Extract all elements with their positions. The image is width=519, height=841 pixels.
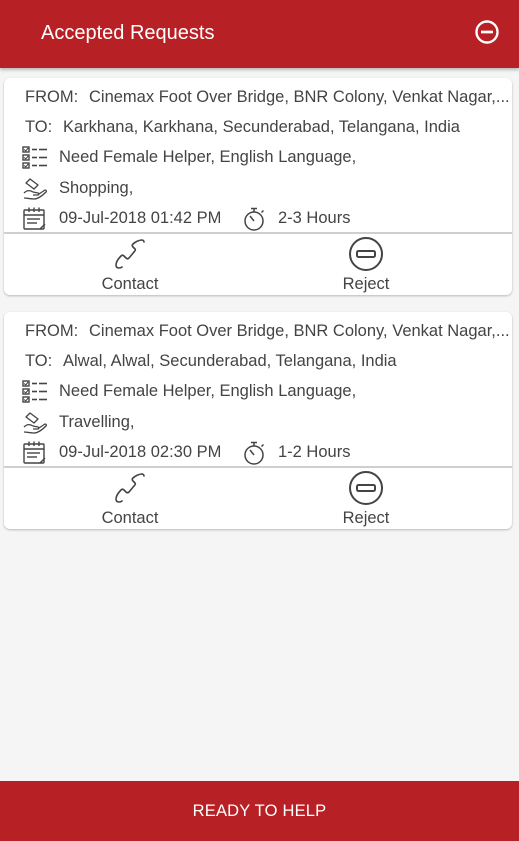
ready-to-help-button[interactable]: READY TO HELP — [0, 781, 519, 841]
stopwatch-icon — [244, 441, 265, 465]
from-address: Cinemax Foot Over Bridge, BNR Colony, Ve… — [89, 88, 510, 106]
from-row: FROM: Cinemax Foot Over Bridge, BNR Colo… — [4, 322, 512, 346]
to-address: Alwal, Alwal, Secunderabad, Telangana, I… — [63, 352, 397, 370]
to-label: TO: — [25, 118, 53, 136]
reject-icon — [349, 237, 383, 271]
task-row: Travelling, — [4, 412, 512, 437]
minus-circle-icon[interactable] — [474, 19, 500, 45]
reject-button[interactable]: Reject — [296, 234, 436, 294]
task-row: Shopping, — [4, 178, 512, 203]
needs-row: Need Female Helper, English Language, — [4, 146, 512, 172]
from-label: FROM: — [25, 88, 79, 106]
calendar-icon — [23, 207, 46, 230]
to-label: TO: — [25, 352, 53, 370]
request-card: FROM: Cinemax Foot Over Bridge, BNR Colo… — [4, 78, 512, 295]
calendar-icon — [23, 441, 46, 464]
contact-label: Contact — [101, 275, 159, 293]
contact-button[interactable]: Contact — [60, 234, 200, 294]
from-label: FROM: — [25, 322, 79, 340]
phone-icon — [115, 473, 145, 503]
to-row: TO: Alwal, Alwal, Secunderabad, Telangan… — [4, 352, 512, 376]
stopwatch-icon — [244, 207, 265, 231]
contact-label: Contact — [101, 509, 159, 527]
needs-row: Need Female Helper, English Language, — [4, 380, 512, 406]
request-card: FROM: Cinemax Foot Over Bridge, BNR Colo… — [4, 312, 512, 529]
task-text: Travelling, — [59, 413, 135, 431]
needs-text: Need Female Helper, English Language, — [59, 382, 357, 400]
helping-hand-icon — [23, 178, 48, 200]
app-bar: Accepted Requests — [0, 0, 519, 68]
duration-text: 2-3 Hours — [278, 209, 351, 227]
to-address: Karkhana, Karkhana, Secunderabad, Telang… — [63, 118, 460, 136]
datetime-text: 09-Jul-2018 01:42 PM — [59, 209, 222, 227]
duration-text: 1-2 Hours — [278, 443, 351, 461]
contact-button[interactable]: Contact — [60, 468, 200, 528]
reject-icon — [349, 471, 383, 505]
helping-hand-icon — [23, 412, 48, 434]
from-address: Cinemax Foot Over Bridge, BNR Colony, Ve… — [89, 322, 510, 340]
checklist-icon — [22, 380, 47, 403]
from-row: FROM: Cinemax Foot Over Bridge, BNR Colo… — [4, 88, 512, 112]
schedule-row: 09-Jul-2018 02:30 PM 1-2 Hours — [4, 441, 512, 467]
to-row: TO: Karkhana, Karkhana, Secunderabad, Te… — [4, 118, 512, 142]
page-title: Accepted Requests — [41, 22, 215, 44]
ready-to-help-label: READY TO HELP — [192, 802, 327, 820]
checklist-icon — [22, 146, 47, 169]
datetime-text: 09-Jul-2018 02:30 PM — [59, 443, 222, 461]
reject-label: Reject — [342, 509, 390, 527]
phone-icon — [115, 239, 145, 269]
reject-label: Reject — [342, 275, 390, 293]
task-text: Shopping, — [59, 179, 134, 197]
schedule-row: 09-Jul-2018 01:42 PM 2-3 Hours — [4, 207, 512, 233]
reject-button[interactable]: Reject — [296, 468, 436, 528]
needs-text: Need Female Helper, English Language, — [59, 148, 357, 166]
